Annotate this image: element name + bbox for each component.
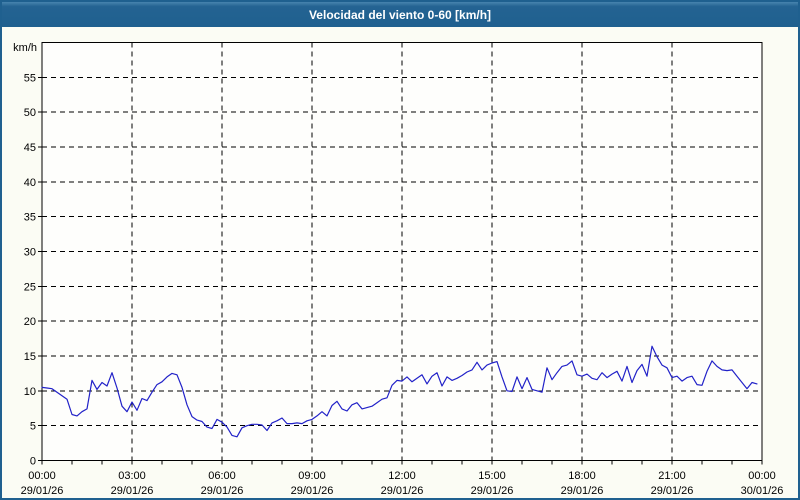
x-tick-time-label: 15:00 [478, 470, 506, 482]
y-tick-label: 20 [24, 316, 36, 328]
x-tick-time-label: 12:00 [388, 470, 416, 482]
x-tick-date-label: 29/01/26 [561, 485, 604, 497]
y-tick-label: 30 [24, 247, 36, 259]
y-tick-label: 25 [24, 281, 36, 293]
y-tick-label: 5 [30, 421, 36, 433]
x-tick-time-label: 06:00 [208, 470, 236, 482]
x-tick-date-label: 29/01/26 [21, 485, 64, 497]
y-tick-label: 15 [24, 351, 36, 363]
y-tick-label: 40 [24, 177, 36, 189]
x-tick-time-label: 09:00 [298, 470, 326, 482]
x-tick-date-label: 29/01/26 [201, 485, 244, 497]
title-bar: Velocidad del viento 0-60 [km/h] [2, 2, 798, 27]
x-tick-date-label: 29/01/26 [651, 485, 694, 497]
x-tick-time-label: 00:00 [28, 470, 56, 482]
x-tick-date-label: 29/01/26 [291, 485, 334, 497]
x-tick-time-label: 03:00 [118, 470, 146, 482]
y-tick-label: 10 [24, 386, 36, 398]
y-tick-label: 35 [24, 212, 36, 224]
wind-chart-window: Velocidad del viento 0-60 [km/h] 0 5 10 15 2… [0, 0, 800, 500]
x-tick-time-label: 21:00 [658, 470, 686, 482]
y-axis-labels: 0 5 10 15 20 25 30 35 40 45 50 55 km/h [13, 42, 42, 468]
wind-speed-chart: 0510152025303540455055km/h00:0029/01/260… [13, 42, 784, 497]
x-axis-labels: 00:00 29/01/26 03:00 29/01/26 06:00 29/01/26 0… [21, 470, 784, 497]
x-tick-time-label: 18:00 [568, 470, 596, 482]
y-axis-unit-label: km/h [13, 42, 37, 54]
x-tick-date-label: 29/01/26 [111, 485, 154, 497]
y-tick-label: 45 [24, 142, 36, 154]
x-tick-date-label: 29/01/26 [471, 485, 514, 497]
x-tick-time-label: 00:00 [748, 470, 776, 482]
window-title: Velocidad del viento 0-60 [km/h] [308, 7, 492, 22]
x-axis-ticks [41, 460, 763, 465]
y-tick-label: 55 [24, 72, 36, 84]
y-tick-label: 50 [24, 107, 36, 119]
x-tick-date-label: 29/01/26 [381, 485, 424, 497]
x-tick-date-label: 30/01/26 [741, 485, 784, 497]
y-tick-label: 0 [30, 456, 36, 468]
